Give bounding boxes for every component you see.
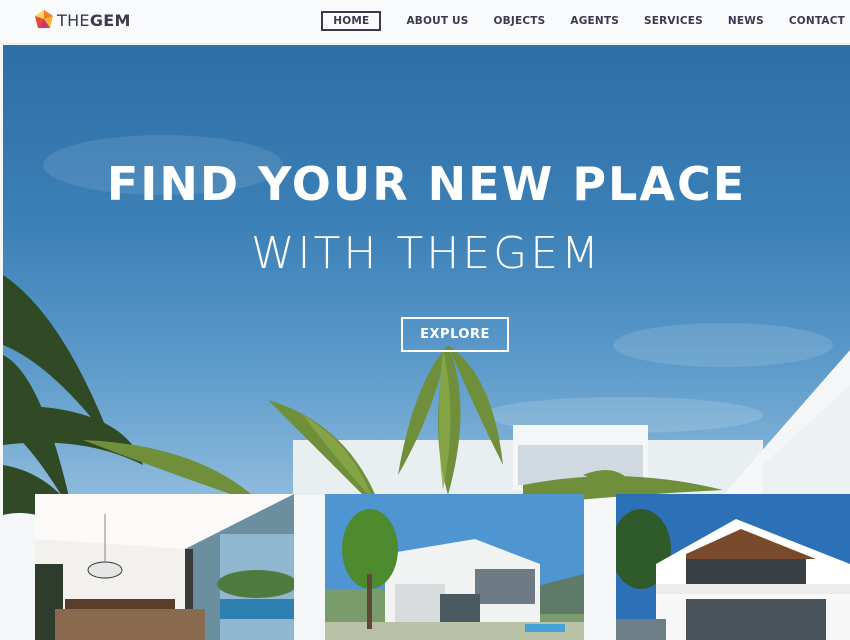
hero-subheadline: WITH THEGEM (250, 228, 603, 279)
nav-agents[interactable]: AGENTS (570, 11, 619, 31)
modern-house-photo-card[interactable] (616, 494, 850, 640)
logo[interactable]: THEGEM (33, 9, 131, 31)
villa-photo-card[interactable] (325, 494, 584, 640)
logo-text: THEGEM (57, 10, 131, 30)
interior-photo-card[interactable] (35, 494, 294, 640)
interior-photo (35, 494, 294, 640)
modern-house-photo (616, 494, 850, 640)
nav-services[interactable]: SERVICES (644, 11, 703, 31)
nav-news[interactable]: NEWS (728, 11, 764, 31)
site-header: THEGEM HOME ABOUT US OBJECTS AGENTS SERV… (0, 0, 850, 44)
explore-button[interactable]: EXPLORE (401, 317, 509, 352)
nav-about-us[interactable]: ABOUT US (406, 11, 468, 31)
main-nav: HOME ABOUT US OBJECTS AGENTS SERVICES NE… (296, 11, 845, 31)
nav-objects[interactable]: OBJECTS (494, 11, 546, 31)
hero-headline: FIND YOUR NEW PLACE (106, 157, 747, 211)
nav-contact[interactable]: CONTACT (789, 11, 845, 31)
villa-photo (325, 494, 584, 640)
nav-home[interactable]: HOME (321, 11, 382, 31)
gem-logo-icon (35, 10, 53, 28)
